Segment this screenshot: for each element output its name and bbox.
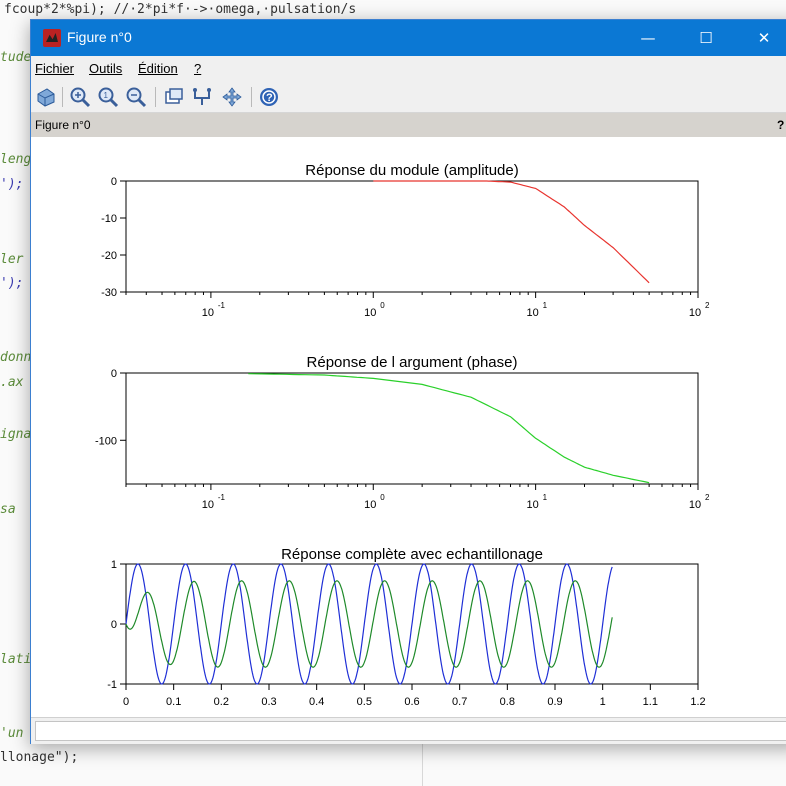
editor-divider — [422, 738, 423, 786]
x-tick-exponent: 2 — [705, 301, 710, 310]
code-line: llonage"); — [0, 750, 79, 765]
code-line: 'un — [0, 726, 24, 741]
toolbar-separator — [155, 87, 156, 107]
plot-canvas[interactable]: Réponse du module (amplitude) 0 -10 -20 -30 1… — [31, 137, 786, 717]
x-tick-label: 0.1 — [166, 696, 181, 708]
menu-edition[interactable]: Édition — [138, 61, 178, 76]
datatip-icon[interactable] — [163, 86, 185, 108]
figure-window[interactable]: Figure n°0 — ☐ ✕ Fichier Outils Édition … — [30, 19, 786, 744]
pan-icon[interactable] — [221, 86, 243, 108]
code-line: leng — [0, 152, 32, 167]
x-tick-exponent: -1 — [218, 301, 226, 310]
zoom-out-icon[interactable] — [125, 86, 147, 108]
x-tick-label: 0.9 — [547, 696, 562, 708]
x-tick-exponent: 1 — [543, 493, 548, 502]
menu-fichier[interactable]: Fichier — [35, 61, 74, 76]
x-tick-label: 0.4 — [309, 696, 324, 708]
chart-title: Réponse complète avec echantillonage — [281, 546, 543, 563]
x-tick-exponent: 2 — [705, 493, 710, 502]
toolbar-separator — [62, 87, 63, 107]
y-tick-label: -100 — [95, 435, 117, 447]
y-tick-label: -20 — [101, 250, 117, 262]
x-tick-label: 10 — [364, 307, 376, 319]
code-line: '); — [0, 276, 24, 291]
x-tick-label: 1.2 — [690, 696, 705, 708]
code-line: ler — [0, 252, 24, 267]
x-tick-label: 0 — [123, 696, 129, 708]
y-tick-label: -10 — [101, 213, 117, 225]
x-tick-label: 0.8 — [500, 696, 515, 708]
scilab-app-icon — [43, 29, 61, 47]
y-tick-label: -1 — [107, 679, 117, 691]
maximize-button[interactable]: ☐ — [677, 20, 735, 56]
code-line: donn — [0, 350, 32, 365]
figure-label-bar: Figure n°0 ? — [31, 113, 786, 137]
x-tick-exponent: -1 — [218, 493, 226, 502]
chart-title: Réponse du module (amplitude) — [305, 162, 518, 179]
plots-svg: Réponse du module (amplitude)0-10-20-301… — [95, 162, 710, 708]
x-tick-exponent: 0 — [380, 301, 385, 310]
figure-help-mark[interactable]: ? — [777, 118, 784, 132]
series-line-2 — [125, 580, 613, 668]
x-tick-label: 10 — [689, 307, 701, 319]
x-tick-label: 10 — [364, 499, 376, 511]
x-tick-label: 10 — [527, 499, 539, 511]
svg-text:?: ? — [266, 92, 273, 104]
x-tick-label: 10 — [527, 307, 539, 319]
x-tick-exponent: 0 — [380, 493, 385, 502]
x-tick-label: 10 — [202, 307, 214, 319]
x-tick-label: 1.1 — [643, 696, 658, 708]
y-tick-label: 0 — [111, 368, 117, 380]
zoom-in-icon[interactable] — [69, 86, 91, 108]
code-line: '); — [0, 177, 24, 192]
toolbar-separator — [251, 87, 252, 107]
x-tick-label: 0.2 — [214, 696, 229, 708]
window-title: Figure n°0 — [67, 29, 132, 45]
y-tick-label: -30 — [101, 287, 117, 299]
x-tick-label: 10 — [689, 499, 701, 511]
y-tick-label: 0 — [111, 176, 117, 188]
code-line: fcoup*2*%pi); //·2*pi*f·->·omega,·pulsat… — [4, 2, 357, 17]
help-icon[interactable]: ? — [258, 86, 280, 108]
x-tick-label: 10 — [202, 499, 214, 511]
menu-help[interactable]: ? — [194, 61, 201, 76]
title-bar[interactable]: Figure n°0 — ☐ ✕ — [31, 20, 786, 56]
minimize-button[interactable]: — — [619, 20, 677, 56]
y-tick-label: 1 — [111, 559, 117, 571]
x-tick-exponent: 1 — [543, 301, 548, 310]
x-tick-label: 1 — [600, 696, 606, 708]
plot-axes-box — [125, 180, 699, 293]
code-line: .ax — [0, 375, 24, 390]
svg-text:1: 1 — [104, 91, 109, 100]
menu-bar: Fichier Outils Édition ? — [31, 56, 786, 80]
x-tick-label: 0.7 — [452, 696, 467, 708]
figure-label: Figure n°0 — [35, 118, 91, 132]
x-tick-label: 0.3 — [261, 696, 276, 708]
x-tick-label: 0.6 — [404, 696, 419, 708]
status-bar — [31, 717, 786, 744]
y-tick-label: 0 — [111, 619, 117, 631]
code-line: igna — [0, 427, 32, 442]
menu-outils[interactable]: Outils — [89, 61, 122, 76]
series-line-1 — [248, 373, 650, 484]
zoom-reset-icon[interactable]: 1 — [97, 86, 119, 108]
datatip-manager-icon[interactable] — [191, 86, 213, 108]
close-button[interactable]: ✕ — [735, 20, 786, 56]
chart-title: Réponse de l argument (phase) — [307, 354, 518, 371]
status-field — [35, 721, 786, 741]
rotate-3d-icon[interactable] — [35, 86, 57, 108]
x-tick-label: 0.5 — [357, 696, 372, 708]
code-line: sa — [0, 502, 16, 517]
series-line-1 — [373, 180, 650, 284]
code-line: tude — [0, 50, 32, 65]
plot-axes-box — [125, 372, 699, 485]
toolbar: 1 ? — [31, 82, 786, 113]
code-line: lati — [0, 652, 32, 667]
